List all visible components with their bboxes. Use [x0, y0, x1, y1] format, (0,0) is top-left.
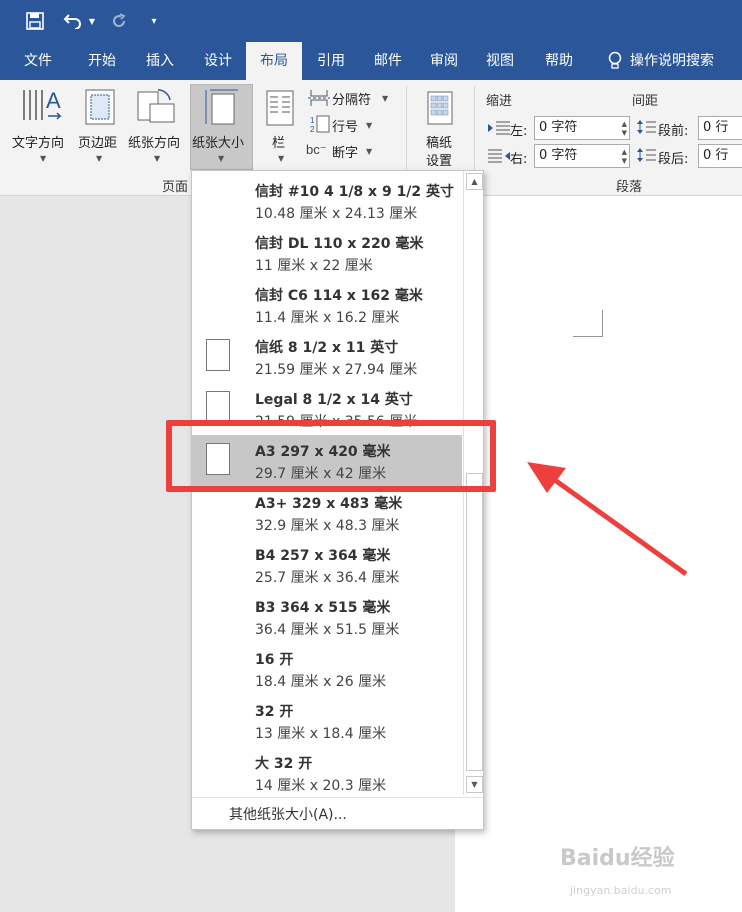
baidu-watermark-url: jingyan.baidu.com — [570, 884, 672, 897]
baidu-watermark: Baidu经验 — [560, 846, 675, 871]
annotation-arrow — [527, 462, 688, 577]
